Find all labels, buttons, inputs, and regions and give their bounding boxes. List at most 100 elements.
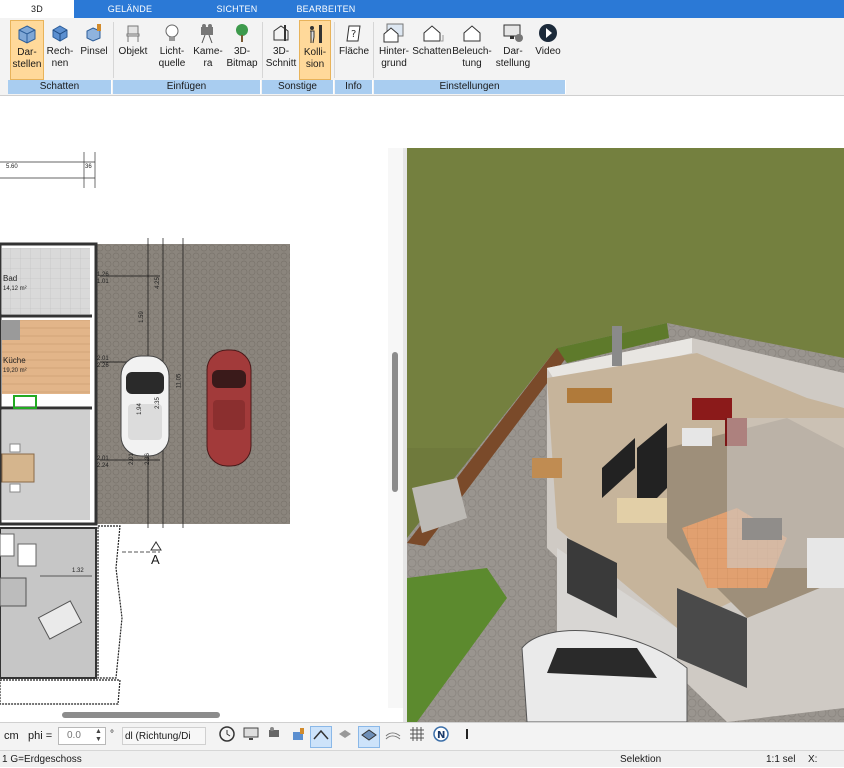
- pinsel-button[interactable]: Pinsel: [78, 20, 110, 80]
- dim-1: 1.26: [97, 272, 109, 278]
- dim-11: 11.05: [176, 373, 183, 389]
- group-info: Info: [335, 80, 373, 94]
- grid-icon[interactable]: [406, 726, 428, 748]
- info-marker-icon[interactable]: [456, 726, 478, 748]
- video-label: Video: [535, 46, 561, 57]
- bottom-toolbar: cm phi = 0.0 ▲ ▼ ° dl (Richtung/Di N: [0, 722, 844, 750]
- paint-icon[interactable]: [288, 726, 310, 748]
- tab-gelaende[interactable]: GELÄNDE: [90, 0, 170, 18]
- room-kueche-name: Küche: [3, 356, 26, 365]
- dim-3: 2.01: [97, 356, 109, 362]
- schnitt-button[interactable]: 3D- Schnitt: [264, 20, 298, 80]
- direction-value: dl (Richtung/Di: [125, 731, 191, 742]
- kamera-button[interactable]: Kame- ra: [192, 20, 224, 80]
- phi-label: phi =: [28, 730, 53, 742]
- terrain-icon[interactable]: [382, 726, 404, 748]
- schatten-settings-label: Schatten: [412, 46, 452, 57]
- plan-horizontal-scroll-thumb[interactable]: [62, 712, 220, 718]
- room-kueche-area: 19,20 m²: [3, 368, 27, 374]
- layers-icon[interactable]: [334, 726, 356, 748]
- bitmap-button[interactable]: 3D- Bitmap: [225, 20, 259, 80]
- dim-5: 2.01: [97, 456, 109, 462]
- svg-text:N: N: [437, 730, 445, 741]
- phi-stepper-icon[interactable]: ▲ ▼: [95, 728, 102, 744]
- svg-text:?: ?: [351, 29, 356, 40]
- lichtquelle-button[interactable]: Licht- quelle: [153, 20, 191, 80]
- floor-plan-view[interactable]: 5.60 36 Bad 14,12 m² Küche 19,20 m² 1.26…: [0, 148, 403, 722]
- phi-value: 0.0: [67, 730, 81, 741]
- status-floor: 1 G=Erdgeschoss: [2, 754, 82, 765]
- 3d-view[interactable]: [407, 148, 844, 722]
- kollision-button[interactable]: Kolli- sion: [299, 20, 331, 80]
- group-sonstige: Sonstige: [262, 80, 334, 94]
- kollision-label: Kolli- sion: [303, 47, 327, 70]
- dim-top: 5.60: [6, 164, 18, 170]
- lichtquelle-label: Licht- quelle: [158, 46, 186, 69]
- unit-label: cm: [4, 730, 19, 742]
- camera-small-icon[interactable]: [264, 726, 286, 748]
- darstellung-label: Dar- stellung: [495, 46, 531, 69]
- dim-8: 4.25: [154, 277, 161, 289]
- schatten-settings-button[interactable]: Schatten: [412, 20, 452, 80]
- group-einfuegen: Einfügen: [113, 80, 261, 94]
- phi-input[interactable]: 0.0 ▲ ▼: [58, 727, 106, 745]
- house-light-icon: [463, 25, 481, 42]
- schnitt-label: 3D- Schnitt: [265, 46, 297, 69]
- room-kueche: Küche 19,20 m²: [3, 356, 27, 376]
- tab-bearbeiten[interactable]: BEARBEITEN: [287, 0, 365, 18]
- dim-13: 2.01: [128, 453, 135, 465]
- rechnen-label: Rech- nen: [46, 46, 74, 69]
- video-button[interactable]: Video: [533, 20, 563, 80]
- flaeche-button[interactable]: ? Fläche: [338, 20, 370, 80]
- objekt-label: Objekt: [118, 46, 148, 57]
- bitmap-label: 3D- Bitmap: [226, 46, 258, 69]
- monitor-gear-icon: [503, 24, 523, 42]
- ribbon: Dar- stellen Rech- nen Pinsel Objekt Lic…: [0, 18, 844, 96]
- play-icon: [539, 24, 557, 42]
- degree-label: °: [110, 729, 114, 740]
- status-bar: 1 G=Erdgeschoss Selektion 1:1 sel X:: [0, 750, 844, 767]
- brush-cube-icon: [86, 24, 101, 42]
- group-einstellungen: Einstellungen: [374, 80, 566, 94]
- darstellen-label: Dar- stellen: [12, 47, 42, 70]
- objekt-button[interactable]: Objekt: [116, 20, 150, 80]
- darstellung-button[interactable]: Dar- stellung: [494, 20, 532, 80]
- dim-9: 2.35: [154, 397, 161, 409]
- dim-14: 2.36: [144, 453, 151, 465]
- dim-7: 1.32: [72, 568, 84, 574]
- room-bad-name: Bad: [3, 274, 18, 283]
- screen-icon[interactable]: [240, 726, 262, 748]
- dim-4: 2.26: [97, 363, 109, 369]
- north-icon[interactable]: N: [430, 726, 452, 748]
- dim-top-right: 36: [85, 164, 92, 170]
- rechnen-button[interactable]: Rech- nen: [45, 20, 75, 80]
- house-shadow-icon: [423, 25, 444, 42]
- section-marker-label: A: [151, 552, 160, 567]
- chair-icon: [126, 25, 140, 42]
- hintergrund-button[interactable]: Hinter- grund: [376, 20, 412, 80]
- plan-vertical-scroll-thumb[interactable]: [392, 352, 398, 492]
- tab-3d[interactable]: 3D: [0, 0, 74, 18]
- dim-12: 1.94: [136, 403, 143, 415]
- floor-plan-canvas: [0, 152, 290, 705]
- dim-10: 1.59: [138, 311, 145, 323]
- tab-sichten[interactable]: SICHTEN: [198, 0, 276, 18]
- beleuchtung-button[interactable]: Beleuch- tung: [452, 20, 492, 80]
- ribbon-tab-bar: 3D GELÄNDE SICHTEN BEARBEITEN: [0, 0, 844, 18]
- tree-icon: [236, 24, 248, 42]
- cube-icon: [18, 25, 36, 44]
- area-info-icon: ?: [346, 25, 361, 42]
- clock-icon[interactable]: [216, 726, 238, 748]
- pinsel-label: Pinsel: [80, 46, 108, 57]
- direction-dropdown[interactable]: dl (Richtung/Di: [122, 727, 206, 745]
- roof-view-icon[interactable]: [310, 726, 332, 748]
- status-mode: Selektion: [620, 754, 662, 765]
- bulb-icon: [165, 24, 179, 41]
- beleuchtung-label: Beleuch- tung: [452, 46, 492, 69]
- status-scale: 1:1 sel: [766, 754, 796, 765]
- darstellen-button[interactable]: Dar- stellen: [10, 20, 44, 80]
- hintergrund-label: Hinter- grund: [378, 46, 409, 69]
- kamera-label: Kame- ra: [193, 46, 223, 69]
- group-schatten: Schatten: [8, 80, 112, 94]
- floor-plane-icon[interactable]: [358, 726, 380, 748]
